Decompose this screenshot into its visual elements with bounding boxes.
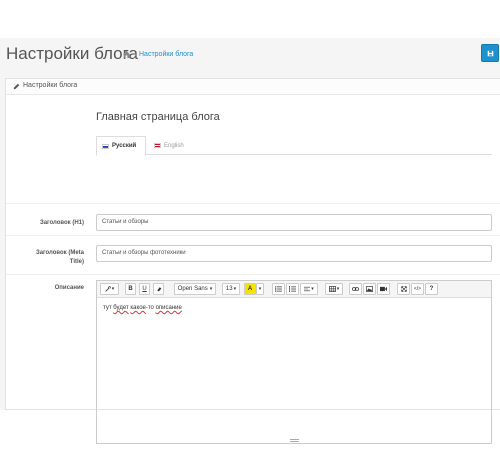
fullscreen-button[interactable] (397, 283, 410, 295)
fullscreen-icon (400, 286, 407, 292)
h1-input[interactable]: Статьи и обзоры (96, 214, 492, 231)
tab-english[interactable]: English (149, 136, 191, 155)
video-icon (380, 286, 387, 292)
text-color-button[interactable]: A (244, 283, 256, 295)
divider (6, 274, 500, 275)
table-icon (328, 286, 336, 292)
font-family-value: Open Sans (177, 286, 208, 292)
editor-text-part: какое (130, 305, 146, 311)
meta-title-input[interactable]: Статьи и обзоры фототехники (96, 245, 492, 262)
eraser-icon (156, 287, 161, 292)
breadcrumb-separator: › (134, 50, 137, 59)
russia-flag-icon (102, 143, 109, 149)
save-button[interactable] (481, 44, 499, 62)
font-size-value: 13 (225, 286, 233, 292)
editor-toolbar: ▾ B U Open Sans ▾ 13 ▾ A ▾ ▾ ▾ </> ? (97, 281, 491, 298)
divider (6, 235, 500, 236)
bold-button[interactable]: B (125, 283, 136, 295)
unordered-list-button[interactable] (272, 283, 285, 295)
page-title: Настройки блога (6, 44, 138, 63)
meta-title-label: Заголовок (Meta Title) (14, 249, 84, 267)
tab-label: English (164, 142, 184, 149)
eraser-button[interactable] (153, 283, 164, 295)
uk-flag-icon (154, 143, 161, 148)
description-editor[interactable]: ▾ B U Open Sans ▾ 13 ▾ A ▾ ▾ ▾ </> ? тут… (96, 280, 492, 444)
paragraph-align-button[interactable]: ▾ (300, 283, 318, 295)
editor-text-part: будет (113, 305, 129, 311)
magic-wand-icon (105, 286, 111, 292)
ordered-list-button[interactable] (286, 283, 299, 295)
divider (6, 203, 500, 204)
video-button[interactable] (377, 283, 390, 295)
language-tabs: Русский English (96, 136, 492, 156)
editor-text-part: тут (103, 305, 114, 311)
font-size-select[interactable]: 13 ▾ (222, 283, 240, 295)
align-icon (304, 286, 311, 292)
panel-heading: Настройки блога (6, 79, 500, 95)
editor-text-part: -то (145, 305, 156, 311)
meta-title-label-line2: Title) (69, 259, 84, 265)
editor-content[interactable]: тут будет какое-то описание (103, 305, 182, 311)
image-icon (366, 286, 373, 292)
underline-button[interactable]: U (139, 283, 150, 295)
tab-russian[interactable]: Русский (96, 136, 146, 156)
table-button[interactable]: ▾ (325, 283, 343, 295)
link-button[interactable] (349, 283, 362, 295)
home-icon[interactable] (122, 50, 131, 59)
link-icon (352, 287, 359, 291)
code-view-button[interactable]: </> (411, 283, 424, 295)
magic-style-button[interactable]: ▾ (100, 283, 119, 295)
font-family-select[interactable]: Open Sans ▾ (174, 283, 216, 295)
pencil-icon (13, 83, 20, 90)
tab-label: Русский (112, 143, 137, 149)
save-icon (487, 50, 493, 56)
description-label: Описание (54, 285, 84, 291)
resize-handle[interactable] (290, 439, 299, 442)
list-ul-icon (275, 286, 282, 292)
list-ol-icon (289, 286, 296, 292)
section-title: Главная страница блога (96, 111, 220, 123)
breadcrumb-link[interactable]: Настройки блога (139, 51, 193, 58)
editor-text-part: описание (155, 305, 182, 311)
image-button[interactable] (363, 283, 376, 295)
panel-title: Настройки блога (23, 82, 78, 89)
page-content: Настройки блога › Настройки блога Настро… (0, 38, 500, 444)
meta-title-label-line1: Заголовок (Meta (35, 250, 84, 256)
h1-label: Заголовок (H1) (39, 220, 84, 226)
help-button[interactable]: ? (425, 283, 438, 295)
settings-panel: Настройки блога Главная страница блога Р… (5, 78, 500, 444)
text-color-dropdown[interactable]: ▾ (256, 283, 264, 295)
